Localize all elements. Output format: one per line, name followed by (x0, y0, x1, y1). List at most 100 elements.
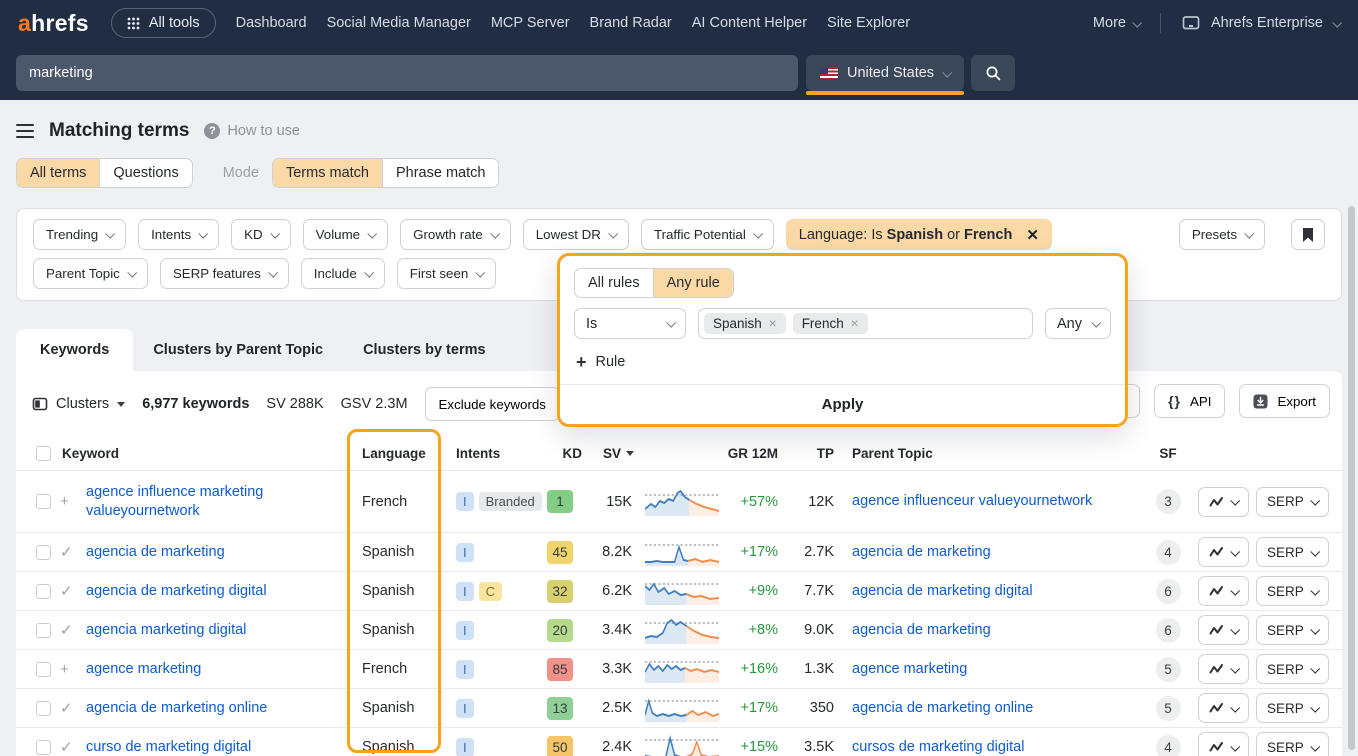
all-tools-button[interactable]: All tools (111, 8, 216, 38)
row-checkbox[interactable] (36, 545, 51, 560)
tab-all-terms[interactable]: All terms (17, 159, 100, 187)
filter-first-seen[interactable]: First seen (397, 258, 497, 289)
serp-button[interactable]: SERP (1256, 576, 1329, 606)
tab-clusters-by-terms[interactable]: Clusters by terms (343, 329, 506, 371)
nav-item-brand-radar[interactable]: Brand Radar (590, 15, 672, 31)
filter-intents[interactable]: Intents (138, 219, 219, 250)
nav-item-social-media-manager[interactable]: Social Media Manager (327, 15, 471, 31)
more-menu[interactable]: More (1093, 15, 1140, 31)
nav-item-mcp-server[interactable]: MCP Server (491, 15, 570, 31)
filter-volume[interactable]: Volume (303, 219, 388, 250)
keyword-link[interactable]: agencia de marketing online (86, 700, 267, 716)
ahrefs-logo[interactable]: ahrefs (18, 10, 89, 37)
filter-include[interactable]: Include (301, 258, 385, 289)
row-checkbox[interactable] (36, 623, 51, 638)
tab-phrase-match[interactable]: Phrase match (383, 159, 498, 187)
serp-button[interactable]: SERP (1256, 693, 1329, 723)
search-submit-button[interactable] (971, 55, 1015, 91)
api-button[interactable]: {}API (1154, 384, 1225, 418)
language-tags-input[interactable]: Spanish× French× (698, 308, 1033, 339)
serp-button[interactable]: SERP (1256, 615, 1329, 645)
trend-chart-button[interactable] (1198, 537, 1249, 567)
filter-parent-topic[interactable]: Parent Topic (33, 258, 148, 289)
keyword-link[interactable]: agence influence marketing valueyournetw… (86, 484, 263, 519)
keyword-link[interactable]: curso de marketing digital (86, 739, 251, 755)
keyword-link[interactable]: agencia de marketing (86, 544, 225, 560)
filter-serp-features[interactable]: SERP features (160, 258, 289, 289)
parent-topic-link[interactable]: agencia de marketing online (852, 700, 1033, 716)
trend-chart-button[interactable] (1198, 654, 1249, 684)
trend-chart-button[interactable] (1198, 576, 1249, 606)
row-checkbox[interactable] (36, 662, 51, 677)
added-check-icon[interactable]: ✓ (60, 621, 86, 639)
vertical-scrollbar[interactable] (1348, 206, 1355, 750)
added-check-icon[interactable]: ✓ (60, 543, 86, 561)
presets-button[interactable]: Presets (1179, 219, 1265, 250)
filter-kd[interactable]: KD (231, 219, 291, 250)
exclude-keywords-button[interactable]: Exclude keywords (425, 387, 560, 421)
serp-button[interactable]: SERP (1256, 487, 1329, 517)
all-rules-option[interactable]: All rules (575, 269, 654, 297)
header-sf[interactable]: SF (1146, 446, 1190, 461)
added-check-icon[interactable]: ✓ (60, 699, 86, 717)
header-intents[interactable]: Intents (442, 446, 538, 461)
add-to-list-icon[interactable]: + (60, 661, 86, 678)
filter-growth-rate[interactable]: Growth rate (400, 219, 511, 250)
operator-select[interactable]: Is (574, 308, 686, 339)
parent-topic-link[interactable]: cursos de marketing digital (852, 739, 1024, 755)
menu-toggle-icon[interactable] (16, 122, 34, 140)
nav-item-site-explorer[interactable]: Site Explorer (827, 15, 910, 31)
serp-button[interactable]: SERP (1256, 537, 1329, 567)
row-checkbox[interactable] (36, 494, 51, 509)
added-check-icon[interactable]: ✓ (60, 738, 86, 756)
header-sv[interactable]: SV (582, 446, 638, 461)
filter-traffic-potential[interactable]: Traffic Potential (641, 219, 774, 250)
keyword-link[interactable]: agence marketing (86, 661, 201, 677)
nav-item-ai-content-helper[interactable]: AI Content Helper (692, 15, 807, 31)
remove-tag-icon[interactable]: × (769, 316, 777, 331)
country-selector[interactable]: United States (806, 55, 964, 91)
nav-item-dashboard[interactable]: Dashboard (236, 15, 307, 31)
parent-topic-link[interactable]: agence marketing (852, 661, 967, 677)
how-to-use-link[interactable]: ? How to use (204, 123, 300, 139)
row-checkbox[interactable] (36, 701, 51, 716)
trend-chart-button[interactable] (1198, 693, 1249, 723)
parent-topic-link[interactable]: agence influenceur valueyournetwork (852, 493, 1092, 509)
clusters-dropdown[interactable]: Clusters (32, 396, 125, 412)
apply-button[interactable]: Apply (560, 384, 1125, 424)
header-language[interactable]: Language (342, 446, 442, 461)
serp-button[interactable]: SERP (1256, 732, 1329, 756)
header-kd[interactable]: KD (538, 446, 582, 461)
serp-button[interactable]: SERP (1256, 654, 1329, 684)
trend-chart-button[interactable] (1198, 487, 1249, 517)
any-rule-option[interactable]: Any rule (654, 269, 733, 297)
tab-keywords[interactable]: Keywords (16, 329, 133, 371)
add-to-list-icon[interactable]: + (60, 493, 86, 510)
header-parent-topic[interactable]: Parent Topic (842, 446, 1146, 461)
header-tp[interactable]: TP (786, 446, 842, 461)
parent-topic-link[interactable]: agencia de marketing (852, 544, 991, 560)
parent-topic-link[interactable]: agencia de marketing digital (852, 583, 1033, 599)
language-filter-chip[interactable]: Language: Is Spanish or French ✕ (786, 219, 1052, 250)
tab-questions[interactable]: Questions (100, 159, 191, 187)
keyword-link[interactable]: agencia marketing digital (86, 622, 246, 638)
close-icon[interactable]: ✕ (1026, 226, 1039, 244)
match-select[interactable]: Any (1045, 308, 1111, 339)
filter-lowest-dr[interactable]: Lowest DR (523, 219, 629, 250)
added-check-icon[interactable]: ✓ (60, 582, 86, 600)
parent-topic-link[interactable]: agencia de marketing (852, 622, 991, 638)
add-rule-button[interactable]: + Rule (576, 353, 625, 371)
save-filters-button[interactable] (1291, 219, 1325, 250)
trend-chart-button[interactable] (1198, 732, 1249, 756)
account-menu[interactable]: Ahrefs Enterprise (1181, 14, 1340, 32)
remove-tag-icon[interactable]: × (851, 316, 859, 331)
export-button[interactable]: Export (1239, 384, 1330, 418)
keyword-link[interactable]: agencia de marketing digital (86, 583, 267, 599)
tab-clusters-by-parent-topic[interactable]: Clusters by Parent Topic (133, 329, 343, 371)
header-keyword[interactable]: Keyword (60, 446, 342, 461)
tab-terms-match[interactable]: Terms match (273, 159, 383, 187)
row-checkbox[interactable] (36, 584, 51, 599)
row-checkbox[interactable] (36, 740, 51, 755)
filter-trending[interactable]: Trending (33, 219, 126, 250)
select-all-checkbox[interactable] (36, 446, 51, 461)
